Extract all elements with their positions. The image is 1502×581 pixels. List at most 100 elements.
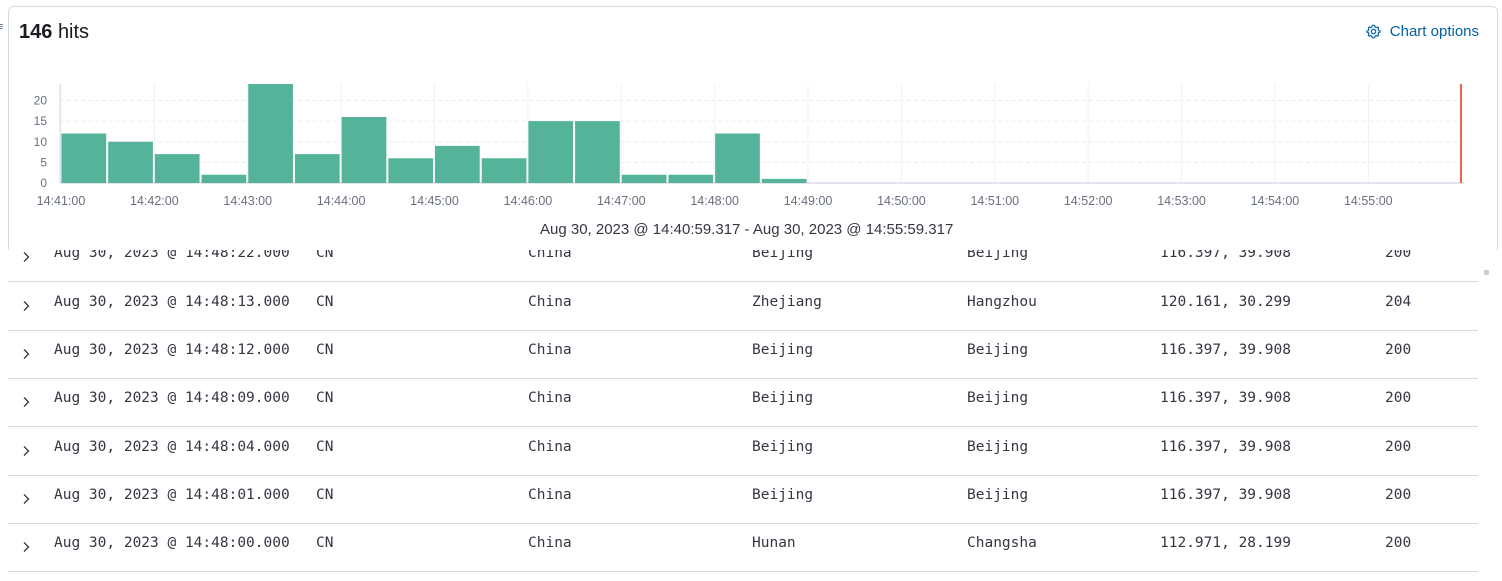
region-cell: Beijing	[752, 342, 814, 358]
region-cell: Beijing	[752, 390, 814, 406]
location-cell: 112.971, 28.199	[1160, 535, 1291, 551]
country-cell: China	[528, 535, 572, 551]
table-row[interactable]: Aug 30, 2023 @ 14:48:12.000 CN China Beijin…	[8, 330, 1478, 379]
x-tick-label: 14:43:00	[223, 194, 272, 208]
status-cell: 200	[1385, 439, 1412, 455]
country-cell: China	[528, 487, 572, 503]
location-cell: 116.397, 39.908	[1160, 439, 1291, 455]
x-tick-label: 14:44:00	[317, 194, 366, 208]
status-cell: 204	[1385, 294, 1412, 310]
country-code-cell: CN	[316, 535, 334, 551]
histogram-bar	[61, 133, 107, 183]
histogram-panel: 146 hits Chart options 0 5 10 15 20 14:41:00…	[8, 6, 1498, 250]
city-cell: Changsha	[967, 535, 1037, 551]
histogram-bar	[154, 154, 200, 183]
x-tick-label: 14:53:00	[1157, 194, 1206, 208]
time-range-label: Aug 30, 2023 @ 14:40:59.317 - Aug 30, 20…	[540, 221, 953, 238]
country-cell: China	[528, 390, 572, 406]
country-code-cell: CN	[316, 487, 334, 503]
x-tick-label: 14:50:00	[877, 194, 926, 208]
city-cell: Hangzhou	[967, 294, 1037, 310]
expand-row-icon[interactable]	[19, 444, 33, 458]
x-tick-label: 14:49:00	[784, 194, 833, 208]
x-tick-label: 14:51:00	[970, 194, 1019, 208]
timestamp-cell: Aug 30, 2023 @ 14:48:00.000	[54, 535, 290, 551]
histogram-bar	[341, 117, 387, 183]
status-cell: 200	[1385, 342, 1412, 358]
x-tick-label: 14:54:00	[1251, 194, 1300, 208]
x-tick-label: 14:55:00	[1344, 194, 1393, 208]
city-cell: Beijing	[967, 342, 1029, 358]
country-code-cell: CN	[316, 294, 334, 310]
city-cell: Beijing	[967, 439, 1029, 455]
table-row[interactable]: Aug 30, 2023 @ 14:48:09.000 CN China Beijin…	[8, 378, 1478, 427]
documents-table: Aug 30, 2023 @ 14:48:22.000 CN China Beijin…	[8, 233, 1478, 581]
timestamp-cell: Aug 30, 2023 @ 14:48:13.000	[54, 294, 290, 310]
histogram-bar	[388, 158, 434, 183]
expand-row-icon[interactable]	[19, 492, 33, 506]
country-code-cell: CN	[316, 342, 334, 358]
histogram-bar	[294, 154, 340, 183]
table-row[interactable]: Aug 30, 2023 @ 14:48:01.000 CN China Beijin…	[8, 475, 1478, 524]
table-row[interactable]: Aug 30, 2023 @ 14:48:00.000 CN China Hunan C…	[8, 523, 1478, 572]
x-tick-label: 14:52:00	[1064, 194, 1113, 208]
expand-row-icon[interactable]	[19, 347, 33, 361]
table-scrollbar[interactable]	[1484, 270, 1489, 275]
country-cell: China	[528, 294, 572, 310]
x-tick-label: 14:47:00	[597, 194, 646, 208]
x-tick-label: 14:41:00	[37, 194, 86, 208]
x-tick-label: 14:45:00	[410, 194, 459, 208]
histogram-bar	[201, 174, 247, 183]
expand-row-icon[interactable]	[19, 299, 33, 313]
y-tick-label: 15	[34, 114, 48, 128]
city-cell: Beijing	[967, 390, 1029, 406]
location-cell: 116.397, 39.908	[1160, 487, 1291, 503]
country-code-cell: CN	[316, 390, 334, 406]
country-code-cell: CN	[316, 439, 334, 455]
timestamp-cell: Aug 30, 2023 @ 14:48:01.000	[54, 487, 290, 503]
discover-view: ≡ Aug 30, 2023 @ 14:48:22.000 CN China Beij…	[0, 0, 1502, 581]
expand-row-icon[interactable]	[19, 540, 33, 554]
location-cell: 120.161, 30.299	[1160, 294, 1291, 310]
location-cell: 116.397, 39.908	[1160, 390, 1291, 406]
timestamp-cell: Aug 30, 2023 @ 14:48:09.000	[54, 390, 290, 406]
hits-histogram[interactable]: 0 5 10 15 20 14:41:00 14:42:00 14:43:00 14:44:0…	[9, 7, 1497, 250]
histogram-bar	[668, 174, 714, 183]
y-tick-label: 5	[40, 155, 47, 169]
histogram-bar	[528, 121, 574, 183]
y-tick-label: 20	[34, 94, 48, 108]
expand-row-icon[interactable]	[19, 395, 33, 409]
city-cell: Beijing	[967, 487, 1029, 503]
region-cell: Zhejiang	[752, 294, 822, 310]
histogram-bar	[761, 178, 807, 183]
country-cell: China	[528, 342, 572, 358]
timestamp-cell: Aug 30, 2023 @ 14:48:12.000	[54, 342, 290, 358]
region-cell: Hunan	[752, 535, 796, 551]
table-row[interactable]: Aug 30, 2023 @ 14:48:13.000 CN China Zhejia…	[8, 282, 1478, 331]
status-cell: 200	[1385, 487, 1412, 503]
x-tick-label: 14:42:00	[130, 194, 179, 208]
x-tick-label: 14:48:00	[690, 194, 739, 208]
y-axis-ticks: 0 5 10 15 20	[34, 94, 48, 191]
x-tick-label: 14:46:00	[504, 194, 553, 208]
histogram-bar	[575, 121, 620, 183]
y-tick-label: 0	[40, 176, 47, 190]
histogram-bar	[621, 174, 667, 183]
histogram-bar	[248, 84, 293, 183]
country-cell: China	[528, 439, 572, 455]
histogram-bar	[715, 133, 760, 183]
histogram-bar	[481, 158, 527, 183]
location-cell: 116.397, 39.908	[1160, 342, 1291, 358]
y-tick-label: 10	[34, 135, 48, 149]
status-cell: 200	[1385, 535, 1412, 551]
region-cell: Beijing	[752, 487, 814, 503]
timestamp-cell: Aug 30, 2023 @ 14:48:04.000	[54, 439, 290, 455]
histogram-bar	[108, 141, 153, 183]
collapse-handle-icon[interactable]: ≡	[0, 22, 3, 33]
expand-row-icon[interactable]	[19, 250, 33, 264]
x-axis-ticks: 14:41:00 14:42:00 14:43:00 14:44:00 14:45:00…	[37, 194, 1393, 208]
table-row[interactable]: Aug 30, 2023 @ 14:48:04.000 CN China Beijin…	[8, 427, 1478, 476]
region-cell: Beijing	[752, 439, 814, 455]
status-cell: 200	[1385, 390, 1412, 406]
histogram-bar	[435, 145, 480, 183]
